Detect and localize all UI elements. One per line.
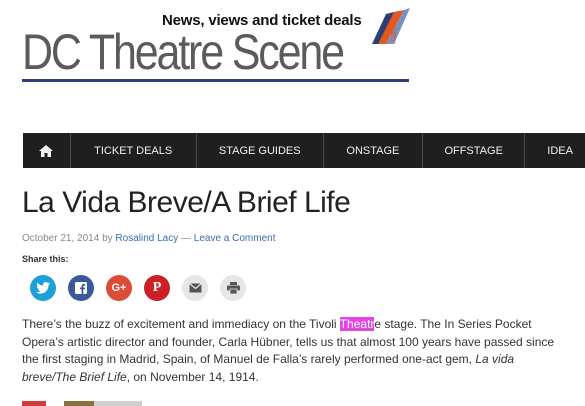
nav-ticket-deals[interactable]: TICKET DEALS <box>71 133 197 168</box>
home-icon <box>39 144 54 157</box>
logo-suffix: .com <box>388 24 398 44</box>
byline-prefix: by <box>102 233 113 244</box>
author-link[interactable]: Rosalind Lacy <box>115 233 178 244</box>
nav-onstage[interactable]: ONSTAGE <box>324 133 424 168</box>
google-plus-icon: G+ <box>111 282 127 294</box>
facebook-icon <box>75 282 87 294</box>
search-highlight: Theatr <box>339 317 375 331</box>
nav-home[interactable] <box>23 133 71 168</box>
page: News, views and ticket deals DC Theatre … <box>0 0 585 406</box>
share-label: Share this: <box>22 254 69 264</box>
meta-separator: — <box>181 233 191 244</box>
body-text-part1: There’s the buzz of excitement and immed… <box>22 317 340 331</box>
share-print-button[interactable] <box>220 275 246 301</box>
article-body: There’s the buzz of excitement and immed… <box>22 316 567 386</box>
twitter-icon <box>36 282 50 294</box>
nav-stage-guides[interactable]: STAGE GUIDES <box>197 133 324 168</box>
main-nav: TICKET DEALS STAGE GUIDES ONSTAGE OFFSTA… <box>23 133 585 168</box>
share-email-button[interactable] <box>182 275 208 301</box>
share-pinterest-button[interactable]: P <box>144 275 170 301</box>
share-facebook-button[interactable] <box>68 275 94 301</box>
nav-ideas[interactable]: IDEA <box>525 133 585 168</box>
email-icon <box>188 283 202 293</box>
article-image-edge <box>22 401 142 406</box>
share-google-plus-button[interactable]: G+ <box>106 275 132 301</box>
logo-underline <box>22 79 409 82</box>
logo-text: DC Theatre Scene <box>22 24 345 80</box>
site-header: News, views and ticket deals DC Theatre … <box>0 0 585 120</box>
post-date: October 21, 2014 <box>22 233 100 244</box>
print-icon <box>226 282 240 294</box>
pinterest-icon: P <box>152 280 162 295</box>
nav-offstage[interactable]: OFFSTAGE <box>423 133 526 168</box>
body-text-part3: , on November 14, 1914. <box>126 369 259 384</box>
share-buttons: G+ P <box>30 275 246 301</box>
share-twitter-button[interactable] <box>30 275 56 301</box>
leave-comment-link[interactable]: Leave a Comment <box>194 233 276 244</box>
article-meta: October 21, 2014 by Rosalind Lacy — Leav… <box>22 233 276 244</box>
flags-logo-graphic <box>372 8 410 44</box>
article-title: La Vida Breve/A Brief Life <box>22 186 351 219</box>
